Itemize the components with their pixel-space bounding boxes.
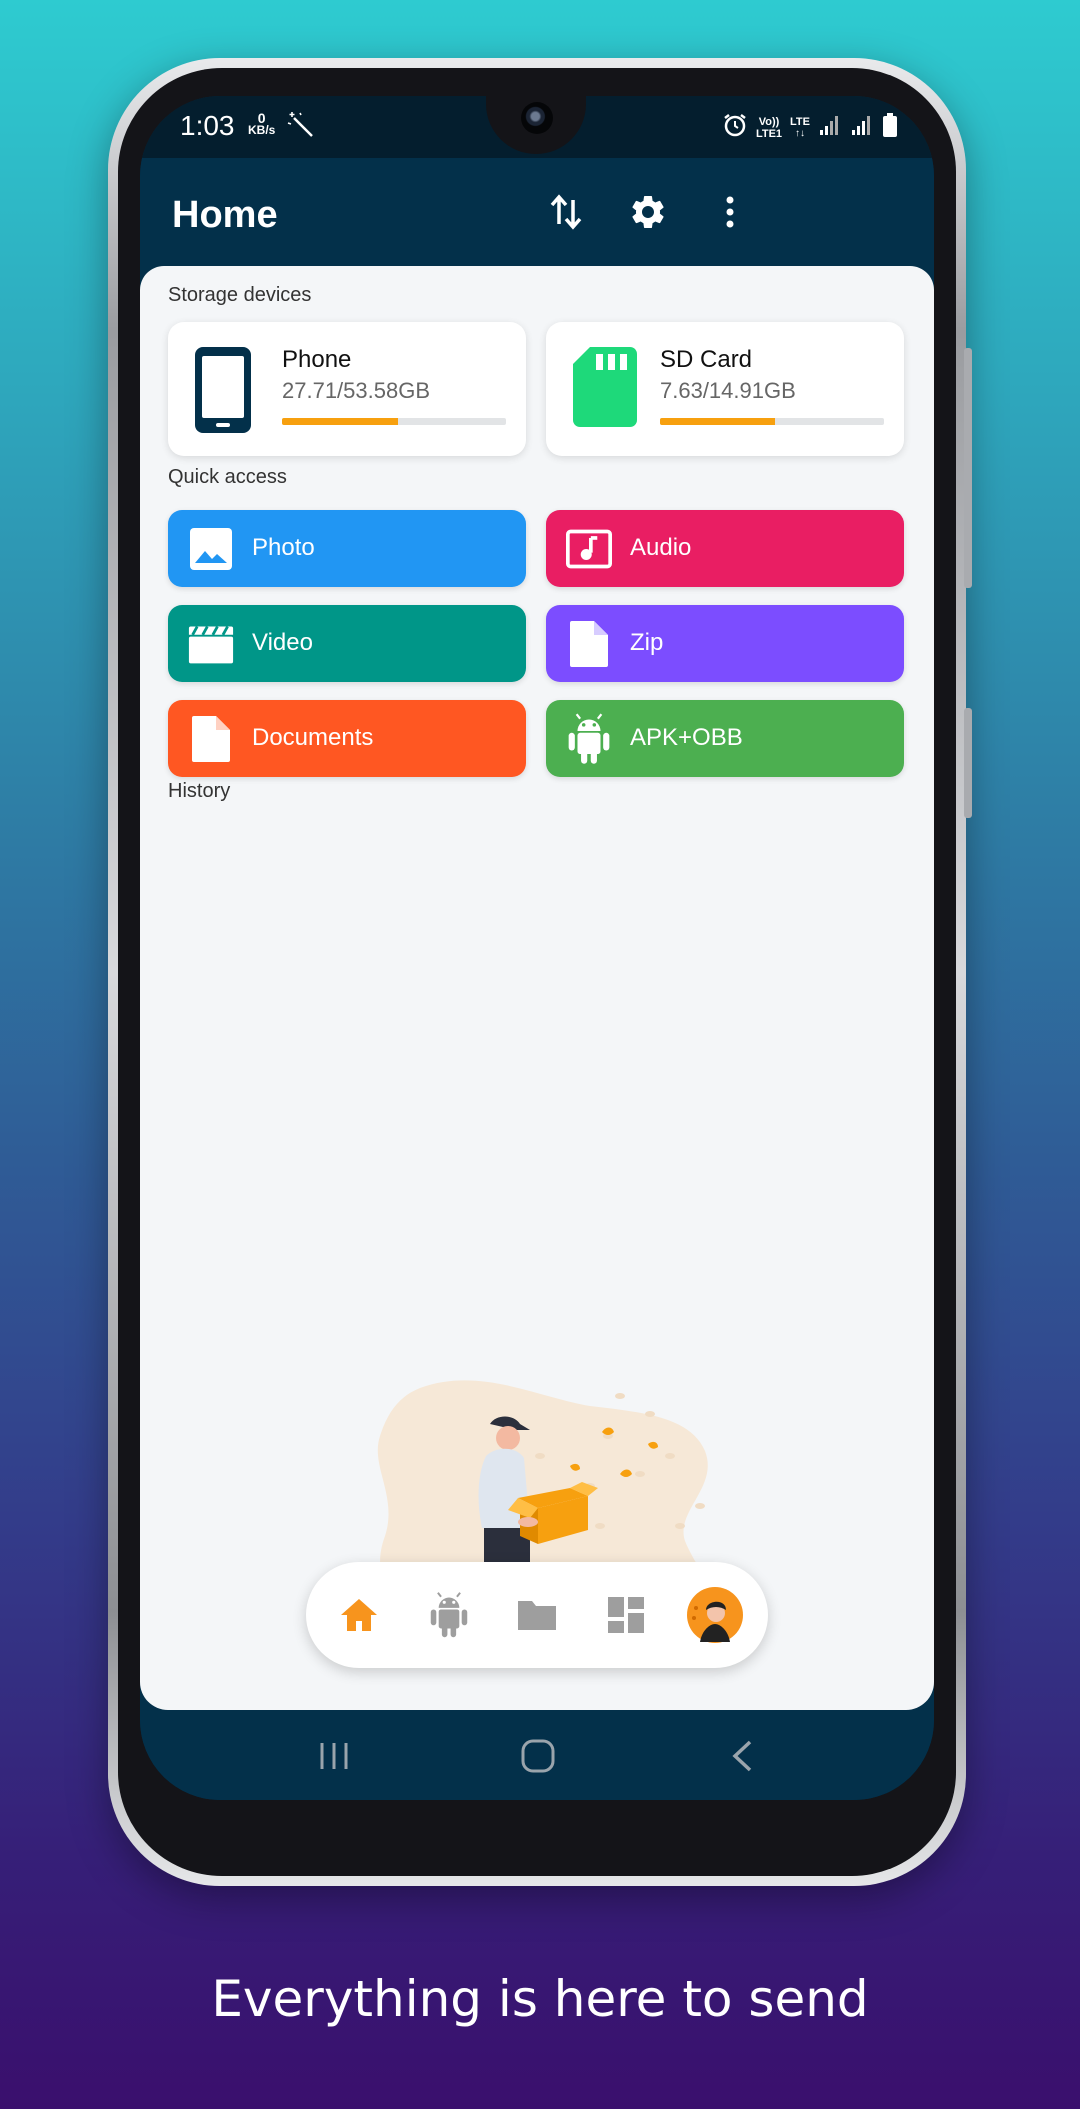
storage-section-label: Storage devices (168, 284, 312, 306)
net-speed: 0 KB/s (248, 111, 276, 137)
home-content: Storage devices Phone 27.71/53.58GB SD C… (140, 266, 934, 1710)
app-bar: Home (140, 158, 934, 266)
more-vert-icon[interactable] (710, 192, 750, 232)
signal-icon (818, 113, 842, 142)
storage-usage-bar (282, 418, 506, 425)
storage-card-phone[interactable]: Phone 27.71/53.58GB (168, 322, 526, 456)
signal-2-icon (850, 113, 874, 142)
alarm-icon (722, 112, 748, 143)
volume-button (964, 348, 972, 588)
transfer-arrows-icon[interactable] (546, 192, 586, 232)
status-icons: Vo)) LTE1 LTE ↑↓ (722, 112, 898, 143)
recents-icon[interactable] (310, 1732, 358, 1780)
home-icon[interactable] (336, 1592, 382, 1638)
volte-indicator: Vo)) LTE1 (756, 116, 782, 140)
quick-access-video[interactable]: Video (168, 605, 526, 682)
power-button (964, 708, 972, 818)
net-speed-unit: KB/s (248, 123, 276, 137)
lte-indicator: LTE ↑↓ (790, 115, 810, 139)
audio-icon (566, 526, 612, 572)
quick-access-documents[interactable]: Documents (168, 700, 526, 777)
document-icon (188, 716, 234, 762)
quick-access-label: Zip (630, 629, 664, 656)
android-icon (566, 713, 612, 764)
quick-access-zip[interactable]: Zip (546, 605, 904, 682)
storage-name: SD Card (660, 346, 753, 373)
system-navigation-bar (140, 1710, 934, 1800)
folder-icon[interactable] (514, 1592, 560, 1638)
profile-avatar[interactable] (686, 1586, 744, 1644)
history-section-label: History (168, 780, 231, 802)
page-title: Home (172, 194, 278, 236)
quick-access-label: Video (252, 629, 313, 656)
dashboard-icon[interactable] (603, 1592, 649, 1638)
quick-access-label: Documents (252, 724, 374, 751)
status-time: 1:03 (180, 110, 235, 141)
quick-access-label: Audio (630, 534, 692, 561)
lte-label: LTE (790, 115, 810, 128)
bottom-navigation (306, 1562, 768, 1668)
storage-usage-bar (660, 418, 884, 425)
storage-usage-fill (282, 418, 398, 425)
settings-gear-icon[interactable] (628, 192, 668, 232)
lte1-label: LTE1 (755, 127, 783, 140)
magic-wand-icon (286, 110, 316, 145)
promo-tagline: Everything is here to send (211, 1970, 869, 2028)
zip-file-icon (566, 621, 612, 667)
android-icon[interactable] (426, 1592, 472, 1638)
quick-access-photo[interactable]: Photo (168, 510, 526, 587)
battery-icon (882, 112, 898, 143)
quick-access-label: APK+OBB (630, 724, 743, 751)
video-clapper-icon (188, 621, 234, 667)
sd-card-icon (572, 346, 638, 433)
quick-access-section-label: Quick access (168, 466, 287, 488)
quick-access-apk-obb[interactable]: APK+OBB (546, 700, 904, 777)
home-button-icon[interactable] (514, 1732, 562, 1780)
storage-size: 7.63/14.91GB (660, 378, 796, 403)
back-icon[interactable] (718, 1732, 766, 1780)
front-camera (521, 102, 553, 134)
volte-label: Vo)) (758, 115, 780, 128)
quick-access-audio[interactable]: Audio (546, 510, 904, 587)
storage-size: 27.71/53.58GB (282, 378, 431, 403)
storage-name: Phone (282, 346, 352, 373)
phone-icon (194, 346, 252, 439)
storage-card-sd[interactable]: SD Card 7.63/14.91GB (546, 322, 904, 456)
quick-access-label: Photo (252, 534, 315, 561)
photo-icon (188, 526, 234, 572)
storage-usage-fill (660, 418, 775, 425)
phone-screen: 1:03 0 KB/s Vo)) LTE1 LTE ↑↓ Home Storag… (140, 96, 934, 1800)
